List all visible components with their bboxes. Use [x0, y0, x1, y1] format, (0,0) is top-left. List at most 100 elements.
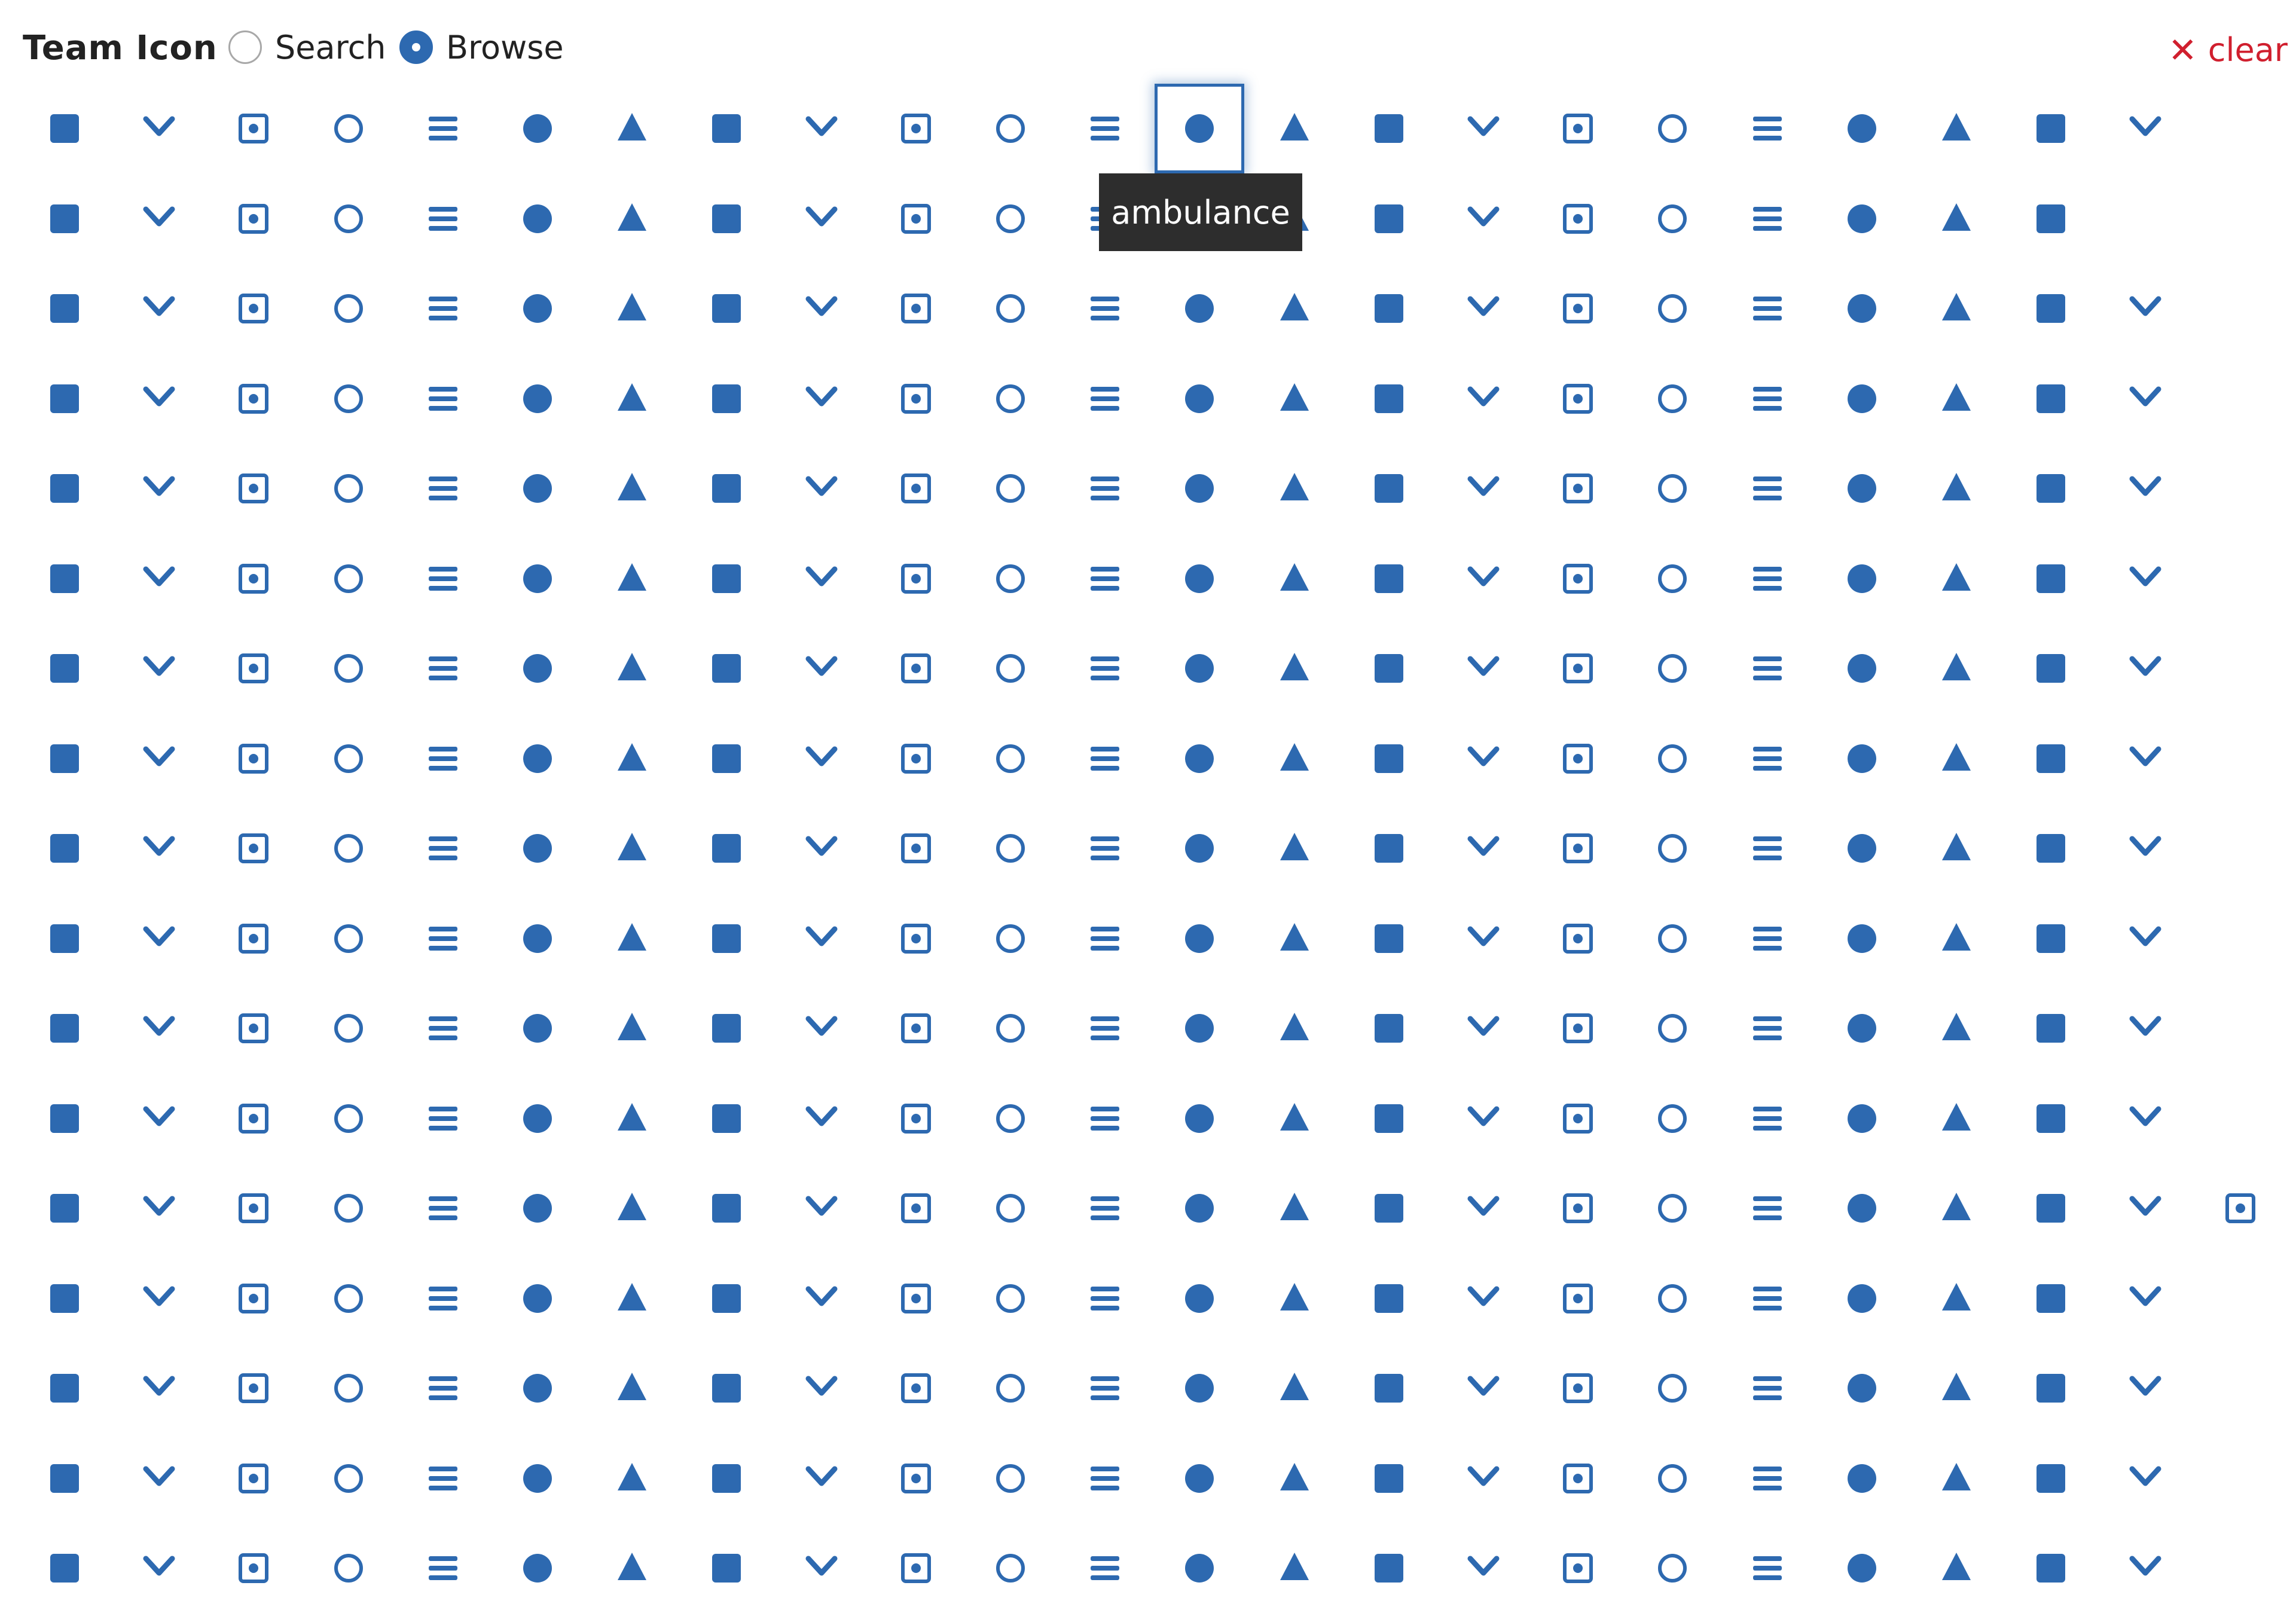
crow-icon[interactable] — [209, 1163, 298, 1253]
dot-circle-icon[interactable] — [1155, 1254, 1244, 1343]
comments-outline-icon[interactable] — [587, 1074, 677, 1163]
expand-arrows-icon[interactable] — [777, 264, 866, 353]
comment-alt-icon[interactable] — [1817, 983, 1907, 1073]
car-crash-icon[interactable] — [20, 714, 109, 804]
battery-full-icon[interactable] — [1344, 354, 1434, 444]
arrow-alt-circle-right-icon[interactable] — [2006, 174, 2096, 264]
exclamation-triangle-icon[interactable] — [1912, 1343, 2001, 1433]
fast-backward-icon[interactable] — [682, 1434, 771, 1523]
caret-square-left-outline-icon[interactable] — [871, 714, 961, 804]
closed-captioning-solid-icon[interactable] — [20, 983, 109, 1073]
draw-polygon-icon[interactable] — [1817, 1254, 1907, 1343]
concierge-bell-icon[interactable] — [1250, 1074, 1339, 1163]
camera-icon[interactable] — [1439, 624, 1528, 713]
certificate-icon[interactable] — [2006, 714, 2096, 804]
bullhorn-icon[interactable] — [1628, 534, 1717, 624]
american-sign-language-icon[interactable] — [1250, 84, 1339, 173]
capsules-icon[interactable] — [1817, 624, 1907, 713]
book-open-icon[interactable] — [1628, 444, 1717, 533]
car-icon[interactable] — [1912, 624, 2001, 713]
address-book-outline-icon[interactable] — [209, 84, 298, 173]
cookie-bite-icon[interactable] — [1439, 1074, 1528, 1163]
file-medical-alt-icon[interactable] — [1060, 1523, 1150, 1613]
comment-icon[interactable] — [1723, 983, 1812, 1073]
file-outline-icon[interactable] — [1155, 1523, 1244, 1613]
drumstick-bite-icon[interactable] — [2100, 1254, 2190, 1343]
calendar-icon[interactable] — [209, 624, 298, 713]
file-prescription-icon[interactable] — [1628, 1523, 1717, 1613]
expand-icon[interactable] — [2100, 1343, 2190, 1433]
dharmachakra-icon[interactable] — [1060, 1163, 1150, 1253]
caret-square-down-icon[interactable] — [587, 714, 677, 804]
cloud-sun-icon[interactable] — [682, 983, 771, 1073]
building-icon[interactable] — [1439, 534, 1528, 624]
chess-pawn-icon[interactable] — [1628, 804, 1717, 893]
cheese-icon[interactable] — [1060, 804, 1150, 893]
closed-captioning-icon[interactable] — [1912, 714, 2001, 804]
bicycle-icon[interactable] — [209, 444, 298, 533]
bahai-icon[interactable] — [20, 354, 109, 444]
cloud-showers-heavy-icon[interactable] — [587, 983, 677, 1073]
dot-circle-thin-icon[interactable] — [1344, 1254, 1434, 1343]
diagnoses-icon[interactable] — [1155, 1163, 1244, 1253]
at-icon[interactable] — [1250, 264, 1339, 353]
drum-icon[interactable] — [1912, 1254, 2001, 1343]
angry-outline-icon[interactable] — [871, 174, 961, 264]
align-center-icon[interactable] — [682, 84, 771, 173]
blind-icon[interactable] — [777, 444, 866, 533]
blender-icon[interactable] — [682, 444, 771, 533]
caret-square-left-icon[interactable] — [682, 714, 771, 804]
database-icon[interactable] — [777, 1163, 866, 1253]
cog-icon[interactable] — [1344, 983, 1434, 1073]
exclamation-icon[interactable] — [1723, 1343, 1812, 1433]
angle-double-right-icon[interactable] — [1817, 84, 1907, 173]
bullseye-outline-icon[interactable] — [1817, 534, 1907, 624]
bread-slice-icon[interactable] — [777, 534, 866, 624]
biking-icon[interactable] — [304, 444, 393, 533]
chevron-up-icon[interactable] — [398, 894, 488, 983]
exclamation-circle-icon[interactable] — [1817, 1343, 1907, 1433]
chair-icon[interactable] — [20, 804, 109, 893]
car-alt-icon[interactable] — [2006, 624, 2096, 713]
align-left-icon[interactable] — [871, 84, 961, 173]
atom-icon[interactable] — [1439, 264, 1528, 353]
compass-outline-icon[interactable] — [777, 1074, 866, 1163]
calendar-minus-icon[interactable] — [682, 624, 771, 713]
arrows-alt-h-icon[interactable] — [871, 264, 961, 353]
coffee-icon[interactable] — [1250, 983, 1339, 1073]
balance-scale-icon[interactable] — [209, 354, 298, 444]
file-pdf-icon[interactable] — [1250, 1523, 1339, 1613]
directions-icon[interactable] — [20, 1254, 109, 1343]
file-download-icon[interactable] — [114, 1523, 204, 1613]
file-audio-outline-icon[interactable] — [1817, 1434, 1907, 1523]
file-archive-icon[interactable] — [1628, 1434, 1717, 1523]
building-outline-icon[interactable] — [1533, 534, 1623, 624]
biohazard-icon[interactable] — [493, 444, 582, 533]
gem-outline-icon[interactable] — [1250, 1163, 1339, 1253]
copyright-icon[interactable] — [1628, 1074, 1717, 1163]
bell-slash-icon[interactable] — [2100, 354, 2190, 444]
address-card-outline-icon[interactable] — [398, 84, 488, 173]
check-square-thin-icon[interactable] — [966, 804, 1055, 893]
bookmark-icon[interactable] — [1817, 444, 1907, 533]
clipboard-copy-icon[interactable] — [1344, 894, 1434, 983]
envelope-open-icon[interactable] — [871, 1343, 961, 1433]
dice-four-icon[interactable] — [1723, 1163, 1812, 1253]
ad-icon[interactable] — [20, 84, 109, 173]
dice-icon[interactable] — [1344, 1163, 1434, 1253]
bell-slash-outline-icon[interactable] — [20, 444, 109, 533]
chevron-circle-down-icon[interactable] — [1912, 804, 2001, 893]
dot-circle-outline-icon[interactable] — [1250, 1254, 1339, 1343]
crosshairs-icon[interactable] — [114, 1163, 204, 1253]
broadcast-tower-icon[interactable] — [1060, 534, 1150, 624]
check-icon[interactable] — [398, 804, 488, 893]
angle-left-bold-icon[interactable] — [304, 174, 393, 264]
crop-icon[interactable] — [2100, 1074, 2190, 1163]
comment-dollar-icon[interactable] — [1912, 983, 2001, 1073]
caret-square-up-outline-icon[interactable] — [1060, 714, 1150, 804]
chess-board-icon[interactable] — [1344, 804, 1434, 893]
clone-icon[interactable] — [2100, 894, 2190, 983]
band-aid-icon[interactable] — [587, 354, 677, 444]
angle-double-up-icon[interactable] — [2006, 84, 2096, 173]
arrow-alt-circle-down-outline-icon[interactable] — [1628, 174, 1717, 264]
